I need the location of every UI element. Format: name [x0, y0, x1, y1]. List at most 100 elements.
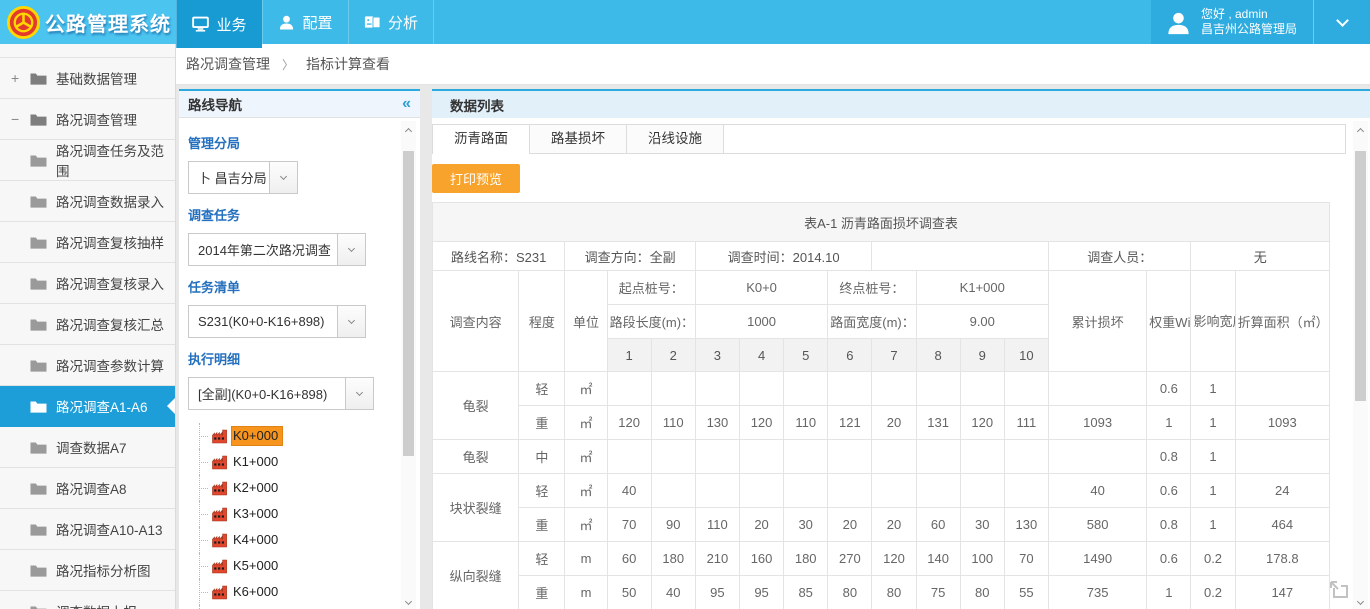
sidebar-item-label: 路况调查A8	[56, 478, 127, 498]
chevron-down-icon[interactable]	[337, 306, 365, 337]
unit-cell: ㎡	[565, 508, 607, 542]
nav-scrollbar-thumb[interactable]	[403, 151, 414, 456]
value-cell: 80	[960, 576, 1004, 609]
value-cell: 90	[651, 508, 695, 542]
expand-toggle-icon[interactable]: −	[11, 111, 30, 127]
tree-node-K0+000[interactable]: K0+000	[188, 423, 394, 449]
sidebar-item-路况调查任务及范围[interactable]: 路况调查任务及范围	[0, 140, 175, 181]
main-panel-scrollbar[interactable]	[1353, 121, 1368, 609]
chevron-down-icon[interactable]	[337, 234, 365, 265]
scroll-down-icon[interactable]	[1353, 591, 1368, 607]
cumulative-cell: 40	[1048, 474, 1146, 508]
sidebar-item-label: 路况指标分析图	[56, 560, 151, 580]
data-tab-路基损坏[interactable]: 路基损坏	[530, 125, 627, 153]
expand-toggle-icon[interactable]: +	[11, 70, 30, 86]
data-panel-title: 数据列表	[450, 95, 504, 115]
select-执行明细[interactable]: [全副](K0+0-K16+898)	[188, 377, 374, 410]
folder-icon	[30, 482, 47, 495]
select-任务清单[interactable]: S231(K0+0-K16+898)	[188, 305, 366, 338]
sidebar-item-label: 路况调查复核录入	[56, 273, 164, 293]
degree-cell: 重	[519, 576, 565, 609]
degree-cell: 轻	[519, 474, 565, 508]
value-cell: 180	[784, 542, 828, 576]
converted-cell: 24	[1235, 474, 1329, 508]
chevron-down-icon	[1336, 14, 1349, 27]
top-tab-业务[interactable]: 业务	[176, 0, 262, 48]
data-tab-沥青路面[interactable]: 沥青路面	[433, 125, 530, 153]
damage-type-cell: 块状裂缝	[433, 474, 519, 542]
select-管理分局[interactable]: 卜 昌吉分局	[188, 161, 298, 194]
value-cell: 121	[828, 406, 872, 440]
influence-cell: 1	[1191, 440, 1235, 474]
tree-node-K4+000[interactable]: K4+000	[188, 527, 394, 553]
value-cell	[872, 440, 916, 474]
station-icon	[211, 429, 231, 444]
station-icon	[211, 533, 231, 548]
user-dropdown-toggle[interactable]	[1313, 0, 1370, 44]
tree-node-K1+000[interactable]: K1+000	[188, 449, 394, 475]
header-length-label: 路段长度(m)：	[607, 305, 695, 339]
value-cell: 140	[916, 542, 960, 576]
top-bar: 公路管理系统 业务配置分析 您好 , admin 昌吉州公路管理局	[0, 0, 1370, 44]
sidebar-item-路况调查复核录入[interactable]: 路况调查复核录入	[0, 263, 175, 304]
sidebar-item-路况指标分析图[interactable]: 路况指标分析图	[0, 550, 175, 591]
user-menu[interactable]: 您好 , admin 昌吉州公路管理局	[1151, 0, 1313, 44]
folder-icon	[30, 564, 47, 577]
sidebar-item-路况调查A1-A6[interactable]: 路况调查A1-A6	[0, 386, 175, 427]
breadcrumb-item-1[interactable]: 路况调查管理	[186, 54, 270, 74]
value-cell: 75	[916, 576, 960, 609]
collapse-panel-icon[interactable]: «	[402, 96, 411, 112]
expand-fullscreen-icon[interactable]	[1327, 578, 1350, 601]
sidebar-item-路况调查A10-A13[interactable]: 路况调查A10-A13	[0, 509, 175, 550]
scroll-up-icon[interactable]	[1353, 121, 1368, 137]
sidebar-item-路况调查管理[interactable]: −路况调查管理	[0, 99, 175, 140]
sidebar-item-基础数据管理[interactable]: +基础数据管理	[0, 58, 175, 99]
select-value: S231(K0+0-K16+898)	[189, 314, 337, 329]
value-cell: 210	[695, 542, 739, 576]
sidebar-item-路况调查复核抽样[interactable]: 路况调查复核抽样	[0, 222, 175, 263]
tree-node-K2+000[interactable]: K2+000	[188, 475, 394, 501]
data-tab-沿线设施[interactable]: 沿线设施	[627, 125, 724, 153]
top-tab-分析[interactable]: 分析	[348, 0, 434, 44]
unit-cell: m	[565, 542, 607, 576]
select-调查任务[interactable]: 2014年第二次路况调查	[188, 233, 366, 266]
chevron-down-icon[interactable]	[269, 162, 297, 193]
sidebar-item-调查数据上报[interactable]: 调查数据上报	[0, 591, 175, 609]
converted-cell: 178.8	[1235, 542, 1329, 576]
print-preview-button[interactable]: 打印预览	[432, 164, 520, 193]
surveyor-label-cell: 调查人员：	[1048, 242, 1190, 271]
sidebar-item-调查数据A7[interactable]: 调查数据A7	[0, 427, 175, 468]
sidebar-item-路况调查复核汇总[interactable]: 路况调查复核汇总	[0, 304, 175, 345]
scroll-down-icon[interactable]	[401, 591, 416, 607]
main-scrollbar-thumb[interactable]	[1355, 151, 1366, 401]
damage-type-cell: 龟裂	[433, 372, 519, 440]
user-icon	[278, 14, 295, 30]
header-segment-10: 10	[1004, 339, 1048, 372]
tree-node-label: K4+000	[231, 530, 283, 550]
value-cell	[651, 474, 695, 508]
value-cell: 110	[695, 508, 739, 542]
sidebar-item-路况调查参数计算[interactable]: 路况调查参数计算	[0, 345, 175, 386]
cumulative-cell: 1490	[1048, 542, 1146, 576]
table-title: 表A-1 沥青路面损坏调查表	[433, 203, 1330, 242]
top-tab-配置[interactable]: 配置	[262, 0, 348, 44]
tree-node-K6+000[interactable]: K6+000	[188, 579, 394, 605]
sidebar-item-路况调查数据录入[interactable]: 路况调查数据录入	[0, 181, 175, 222]
chevron-down-icon[interactable]	[345, 378, 373, 409]
converted-cell: 147	[1235, 576, 1329, 609]
cumulative-cell	[1048, 440, 1146, 474]
station-icon	[211, 585, 231, 600]
header-width-label: 路面宽度(m)：	[828, 305, 916, 339]
sidebar-item-label: 调查数据上报	[56, 601, 137, 609]
tree-node-K7+000[interactable]: K7+000	[188, 605, 394, 609]
sidebar-item-label: 路况调查参数计算	[56, 355, 164, 375]
user-avatar-icon	[1165, 9, 1192, 36]
nav-panel-scrollbar[interactable]	[401, 121, 416, 609]
station-icon	[211, 559, 231, 574]
sidebar-item-路况调查A8[interactable]: 路况调查A8	[0, 468, 175, 509]
value-cell	[828, 440, 872, 474]
tree-node-K3+000[interactable]: K3+000	[188, 501, 394, 527]
scroll-up-icon[interactable]	[401, 121, 416, 137]
tree-node-K5+000[interactable]: K5+000	[188, 553, 394, 579]
breadcrumb-item-2[interactable]: 指标计算查看	[306, 54, 390, 74]
